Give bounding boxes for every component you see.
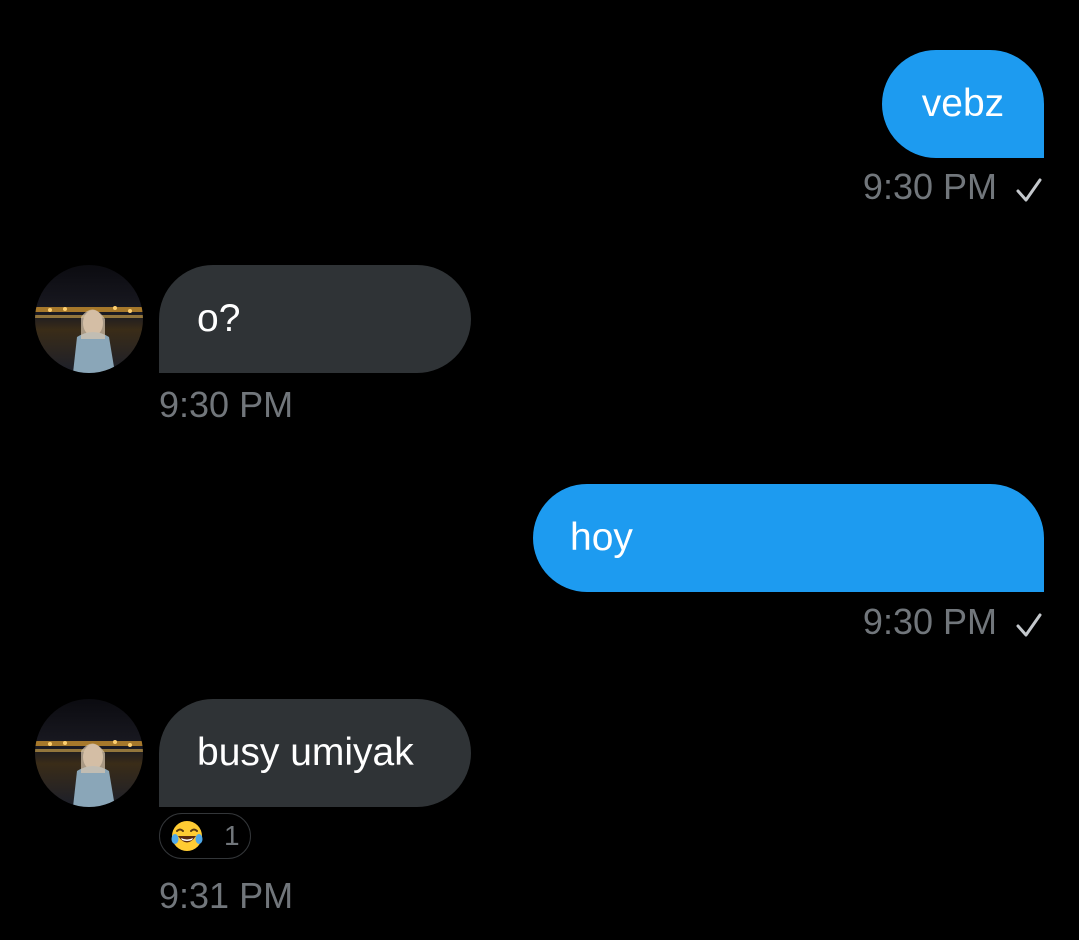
outgoing-message-bubble[interactable]: vebz (882, 50, 1044, 158)
message-timestamp: 9:31 PM (159, 875, 294, 916)
sender-avatar[interactable] (35, 699, 143, 807)
message-meta: 9:30 PM (159, 384, 293, 426)
check-icon (1016, 178, 1042, 202)
message-meta: 9:30 PM (863, 601, 1043, 643)
message-text: vebz (921, 82, 1005, 125)
message-timestamp: 9:30 PM (159, 384, 294, 425)
message-text: hoy (570, 516, 633, 559)
check-icon (1016, 613, 1042, 637)
reaction-count: 1 (224, 820, 240, 851)
message-text: busy umiyak (197, 731, 414, 774)
outgoing-message-bubble[interactable]: hoy (533, 484, 1044, 592)
message-timestamp: 9:30 PM (862, 601, 997, 642)
laughing-tears-emoji-icon (171, 821, 203, 851)
message-text: o? (197, 297, 241, 340)
incoming-message-bubble[interactable]: busy umiyak (159, 699, 471, 807)
reaction-badge[interactable]: 1 (159, 813, 251, 859)
message-timestamp: 9:30 PM (862, 166, 997, 207)
message-meta: 9:31 PM (159, 875, 293, 917)
message-meta: 9:30 PM (863, 166, 1043, 208)
sender-avatar[interactable] (35, 265, 143, 373)
incoming-message-bubble[interactable]: o? (159, 265, 471, 373)
